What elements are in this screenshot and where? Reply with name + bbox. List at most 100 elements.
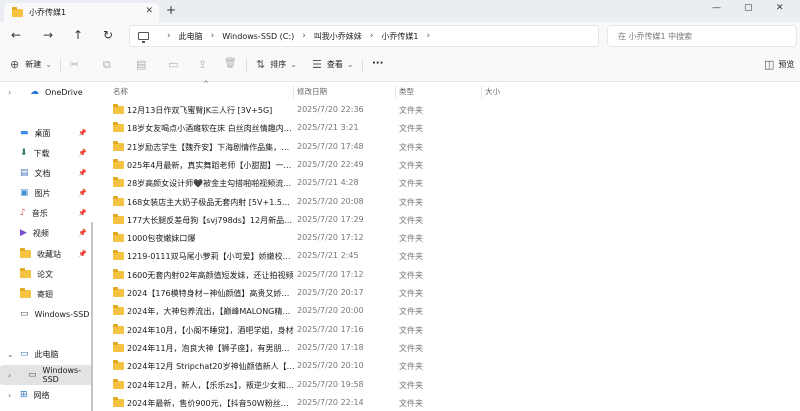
- folder-icon: [113, 378, 124, 389]
- chevron-right-icon[interactable]: ›: [8, 371, 11, 380]
- folder-icon: [113, 177, 124, 188]
- sidebar-item-download[interactable]: ⬇ 下载 📌: [0, 143, 92, 163]
- new-tab-button[interactable]: +: [166, 3, 176, 17]
- file-name: 2024年12月 Stripchat20岁神仙颜值新人【hg...: [127, 362, 295, 372]
- file-name: 2024年10月，【小阁不睡觉】，酒吧学姐，身材: [127, 325, 294, 335]
- sidebar-item-drive[interactable]: › ▭ Windows-SSD: [0, 365, 92, 385]
- table-row[interactable]: 1600无套内射02年高颜值短发妹，还让拍视频 2025/7/20 17:12 文件…: [93, 265, 800, 285]
- column-header-name[interactable]: 名称: [113, 86, 128, 97]
- table-row[interactable]: 177大长腿反差母狗【svj798ds】12月新品2部作品 2025/7/20 1…: [93, 210, 800, 230]
- copy-icon[interactable]: ⧉: [103, 58, 111, 72]
- chevron-down-icon[interactable]: ⌄: [7, 350, 14, 359]
- breadcrumb-drive[interactable]: Windows-SSD (C:): [222, 32, 294, 41]
- chevron-right-icon[interactable]: ›: [8, 88, 11, 97]
- column-header-date[interactable]: 修改日期: [297, 86, 327, 97]
- pin-icon: 📌: [78, 189, 87, 197]
- folder-icon: [113, 250, 124, 261]
- file-type: 文件夹: [399, 142, 423, 152]
- refresh-button[interactable]: ↻: [103, 29, 113, 41]
- sidebar-item-document[interactable]: ▤ 文档 📌: [0, 163, 92, 183]
- column-header-size[interactable]: 大小: [485, 86, 500, 97]
- sidebar-item-cloud[interactable]: › ☁ OneDrive: [0, 82, 92, 102]
- search-input[interactable]: 在 小乔传媒1 中搜索: [607, 25, 797, 47]
- column-divider[interactable]: [481, 86, 482, 98]
- table-row[interactable]: 168女装店主大奶子极品无套内射 [5V+1.59G] 2025/7/20 20:…: [93, 192, 800, 212]
- more-options-button[interactable]: ···: [372, 58, 383, 69]
- sidebar-item-folder[interactable]: 收藏站 📌: [0, 244, 92, 264]
- delete-icon[interactable]: 🗑: [224, 58, 237, 69]
- table-row[interactable]: 025年4月最新，真实舞蹈老师【小甜甜】一字马 2025/7/20 22:49 文件…: [93, 155, 800, 175]
- breadcrumb-user-folder[interactable]: 叫我小乔妹妹: [314, 31, 362, 42]
- file-date: 2025/7/20 17:48: [297, 141, 364, 151]
- file-type: 文件夹: [399, 106, 423, 115]
- close-window-button[interactable]: ✕: [776, 3, 784, 13]
- table-row[interactable]: 2024年最新，售价900元，【抖音50W粉丝女神】 2025/7/20 22:1…: [93, 393, 800, 411]
- tab-current-folder[interactable]: 小乔传媒1 ✕: [4, 3, 159, 22]
- new-button[interactable]: ⊕ 新建 ⌄: [10, 58, 52, 71]
- file-type: 文件夹: [399, 270, 423, 280]
- table-row[interactable]: 2024年，大神包养流出，【巅峰MALONG精品】 2025/7/20 20:00…: [93, 301, 800, 321]
- sidebar-item-music[interactable]: ♪ 音乐 📌: [0, 203, 92, 223]
- folder-icon: [113, 268, 124, 279]
- sidebar-item-video[interactable]: ▶ 视频 📌: [0, 223, 92, 243]
- table-row[interactable]: 1000包夜嫩妹口爆 2025/7/20 17:12 文件夹: [93, 228, 800, 248]
- view-button[interactable]: ☰ 查看 ⌄: [312, 58, 354, 71]
- table-row[interactable]: 2024【176模特身材~神仙颜值】高贵又娇羞，... 2025/7/20 20:…: [93, 283, 800, 303]
- breadcrumb-separator: ›: [369, 31, 374, 41]
- file-date: 2025/7/20 22:14: [297, 397, 364, 407]
- column-divider[interactable]: [293, 86, 294, 98]
- table-row[interactable]: 18岁女友喝点小酒瘫软在床 白丝肉丝情趣内衣调教后入2025/7/21 3:21…: [93, 118, 800, 138]
- table-row[interactable]: 1219-0111双马尾小萝莉【小可爱】娇嫩校花制服诱惑2025/7/21 2:…: [93, 246, 800, 266]
- up-button[interactable]: ↑: [73, 29, 83, 41]
- forward-button[interactable]: →: [43, 29, 53, 41]
- table-row[interactable]: 28岁高颜女设计师🖤被金主勾搭啪啪视频流出[... 2025/7/21 4:28 文…: [93, 173, 800, 193]
- table-row[interactable]: 21岁励志学生【魏乔安】下海剧情作品集，清纯校花 2025/7/20 17:48 文…: [93, 137, 800, 157]
- table-row[interactable]: 2024年10月，【小阁不睡觉】，酒吧学姐，身材 2025/7/20 17:16 文…: [93, 320, 800, 340]
- computer-icon: [138, 32, 149, 43]
- drive-icon: ▭: [20, 309, 29, 319]
- breadcrumb-this-pc[interactable]: 此电脑: [179, 31, 203, 42]
- sidebar-item-drive[interactable]: ▭ Windows-SSD: [0, 304, 92, 324]
- rename-icon[interactable]: ▭: [168, 58, 178, 71]
- paste-icon[interactable]: ▤: [136, 58, 146, 71]
- column-divider[interactable]: [395, 86, 396, 98]
- sidebar-item-desktop[interactable]: ▬ 桌面 📌: [0, 123, 92, 143]
- back-button[interactable]: ←: [11, 29, 21, 41]
- sort-button[interactable]: ⇅ 排序 ⌄: [256, 58, 297, 71]
- sidebar-item-folder[interactable]: 论文: [0, 264, 92, 284]
- folder-icon: [113, 232, 124, 243]
- share-icon[interactable]: ⇪: [198, 58, 207, 71]
- breadcrumb-current-folder[interactable]: 小乔传媒1: [381, 31, 418, 42]
- new-icon: ⊕: [10, 58, 20, 71]
- maximize-button[interactable]: ▢: [744, 3, 753, 13]
- sidebar-item-folder[interactable]: 寄翅: [0, 284, 92, 304]
- file-type: 文件夹: [399, 252, 423, 262]
- sort-indicator-icon: ^: [203, 80, 209, 88]
- cut-icon[interactable]: ✂: [70, 58, 79, 71]
- folder-icon: [113, 104, 124, 114]
- preview-button[interactable]: ◫ 预览: [764, 58, 794, 71]
- command-bar: ⊕ 新建 ⌄ ✂ ⧉ ▤ ▭ ⇪ 🗑 ⇅ 排序 ⌄ ☰ 查看 ⌄ ··· ◫ 预…: [0, 50, 800, 82]
- table-row[interactable]: 2024年12月，新人，【乐乐zs】，叛逆少女和男友 2025/7/20 19:5…: [93, 375, 800, 395]
- sidebar-item-network[interactable]: › ⊞ 网络: [0, 385, 92, 405]
- toolbar-divider: [246, 59, 247, 73]
- minimize-button[interactable]: —: [712, 3, 721, 13]
- chevron-right-icon[interactable]: ›: [8, 391, 11, 400]
- chevron-down-icon: ⌄: [45, 60, 52, 69]
- file-type: 文件夹: [399, 215, 423, 225]
- table-row[interactable]: 2024年11月，泡良大神【狮子座】，有男朋友的 2025/7/20 17:18 文…: [93, 338, 800, 358]
- folder-icon: [113, 323, 124, 334]
- file-date: 2025/7/20 22:49: [297, 159, 364, 169]
- pin-icon: 📌: [78, 149, 87, 157]
- address-row: ← → ↑ ↻ › 此电脑 › Windows-SSD (C:) › 叫我小乔妹…: [0, 22, 800, 50]
- sidebar-item-computer[interactable]: ⌄ ▭ 此电脑: [0, 344, 92, 364]
- table-row[interactable]: 12月13日作双飞蜜臀JK三人行 [3V+5G] 2025/7/20 22:36 文…: [93, 100, 800, 120]
- address-bar[interactable]: › 此电脑 › Windows-SSD (C:) › 叫我小乔妹妹 › 小乔传媒…: [129, 25, 599, 47]
- table-row[interactable]: 2024年12月 Stripchat20岁神仙颜值新人【hg... 2025/7/…: [93, 356, 800, 376]
- column-header-type[interactable]: 类型: [399, 86, 414, 97]
- file-name: 2024【176模特身材~神仙颜值】高贵又娇羞，...: [127, 289, 295, 298]
- file-date: 2025/7/20 17:29: [297, 214, 364, 224]
- sidebar-item-pictures[interactable]: ▣ 图片 📌: [0, 183, 92, 203]
- file-name: 2024年11月，泡良大神【狮子座】，有男朋友的: [127, 343, 295, 353]
- tab-close-icon[interactable]: ✕: [145, 6, 153, 16]
